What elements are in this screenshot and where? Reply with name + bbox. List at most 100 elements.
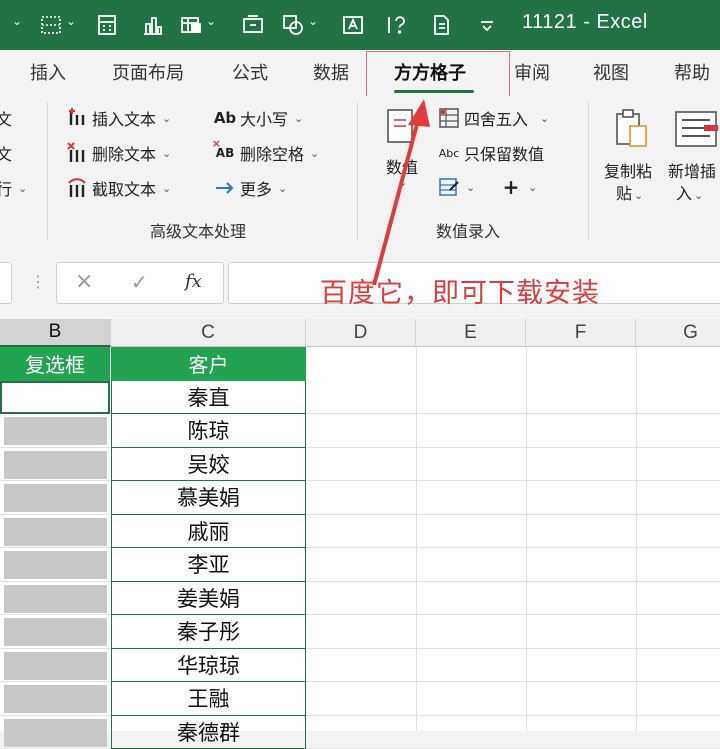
table-icon[interactable] [178,12,204,38]
chevron-down-icon: ⌄ [278,182,287,195]
customer-cell[interactable]: 秦直 [111,381,306,415]
customer-cell[interactable]: 李亚 [111,548,306,582]
cancel-icon[interactable]: × [75,269,93,294]
customer-cell[interactable]: 陈琼 [111,414,306,448]
file-icon[interactable] [428,12,454,38]
chevron-down-icon: ⌄ [634,189,643,202]
chevron-down-icon: ⌄ [694,189,703,202]
tab-view[interactable]: 视图 [593,59,629,85]
customer-cell[interactable]: 戚丽 [111,515,306,549]
tab-insert[interactable]: 插入 [30,59,66,85]
checkbox-placeholder[interactable] [4,585,107,613]
chevron-down-icon[interactable]: ⌄ [308,14,318,28]
trim-spaces-label: 删除空格 [240,141,304,165]
customer-cell[interactable]: 慕美娟 [111,481,306,515]
checkbox-cell[interactable] [0,414,110,448]
customize-toolbar-icon[interactable] [474,12,500,38]
checkbox-cell[interactable] [0,716,110,749]
borders-icon[interactable] [38,12,64,38]
extract-text-icon [66,177,88,199]
chevron-down-icon[interactable]: ⌄ [66,14,76,28]
column-header-g[interactable]: G [636,319,720,347]
edit-input-button[interactable]: ⌄ [438,176,475,198]
formula-buttons: × ✓ fx [56,262,224,304]
extract-text-label: 截取文本 [92,176,156,200]
tab-help[interactable]: 帮助 [674,59,710,85]
chart-icon[interactable] [140,12,166,38]
customer-cell[interactable]: 姜美娟 [111,582,306,616]
checkbox-cell[interactable] [0,548,110,582]
checkbox-cell[interactable] [0,615,110,649]
checkbox-placeholder[interactable] [4,417,107,445]
new-insert-label-1: 新增插 [668,158,716,182]
text-box-icon[interactable] [340,12,366,38]
checkbox-cell[interactable] [0,682,110,716]
delete-text-button[interactable]: 删除文本⌄ [66,141,171,165]
chevron-down-icon: ⌄ [162,147,171,160]
chevron-down-icon: ⌄ [162,112,171,125]
extract-text-button[interactable]: 截取文本 ⌄ [66,176,171,200]
checkbox-cell[interactable] [0,381,110,415]
new-insert-button[interactable]: 新增插 入⌄ [666,108,720,218]
checkbox-cell[interactable] [0,515,110,549]
customer-cell[interactable]: 王融 [111,682,306,716]
column-header-c[interactable]: C [111,319,306,347]
column-header-e[interactable]: E [416,319,526,347]
checkbox-placeholder[interactable] [4,484,107,512]
screenshot-icon[interactable] [240,12,266,38]
checkbox-placeholder[interactable] [4,618,107,646]
shapes-icon[interactable] [280,12,306,38]
checkbox-cell[interactable] [0,649,110,683]
header-cell-checkbox[interactable]: 复选框 [0,347,110,381]
customer-cell[interactable]: 秦德群 [111,716,306,749]
name-box[interactable] [0,262,12,304]
customer-cell[interactable]: 吴姣 [111,448,306,482]
checkbox-placeholder[interactable] [4,451,107,479]
chevron-down-icon[interactable]: ⌄ [12,14,22,28]
checkbox-placeholder[interactable] [4,551,107,579]
column-header-b[interactable]: B [0,319,111,347]
header-cell-customer[interactable]: 客户 [111,347,306,381]
checkbox-placeholder[interactable] [4,652,107,680]
checkbox-cell[interactable] [0,481,110,515]
copy-paste-label-2: 贴⌄ [616,180,643,204]
copy-paste-label-2-text: 贴 [616,184,632,203]
chevron-down-icon[interactable]: ⌄ [206,14,216,28]
new-insert-label-2-text: 入 [676,184,692,203]
cut-off-ribbon-item[interactable]: 文 [0,141,12,165]
tab-formulas[interactable]: 公式 [232,59,268,85]
customer-cell[interactable]: 华琼琼 [111,649,306,683]
column-header-d[interactable]: D [306,319,416,347]
tab-review[interactable]: 审阅 [514,59,550,85]
insert-text-button[interactable]: 插入文本⌄ [66,106,171,130]
arrow-right-icon [214,177,236,199]
add-button[interactable]: + ⌄ [500,176,537,198]
column-header-f[interactable]: F [526,319,636,347]
cut-off-ribbon-item[interactable]: 行⌄ [0,176,27,200]
copy-paste-button[interactable]: 复制粘 贴⌄ [600,108,662,218]
group-separator [357,102,358,240]
checkbox-cell[interactable] [0,448,110,482]
checkbox-cell[interactable] [0,582,110,616]
case-button[interactable]: Ab 大小写⌄ [214,106,303,130]
chevron-down-icon: ⌄ [162,182,171,195]
checkbox-placeholder[interactable] [4,719,107,747]
checkbox-placeholder[interactable] [4,518,107,546]
worksheet-grid[interactable]: B C D E F G 复选框 客户 秦直陈琼吴姣慕美娟戚丽李亚姜美娟秦子彤华琼… [0,319,720,731]
help-icon[interactable] [384,12,410,38]
tab-data[interactable]: 数据 [313,59,349,85]
tab-page-layout[interactable]: 页面布局 [112,59,184,85]
confirm-icon[interactable]: ✓ [131,270,148,294]
trim-spaces-button[interactable]: ×AB 删除空格⌄ [214,141,319,165]
resize-handle-icon[interactable]: ⋮ [30,272,46,291]
checkbox-placeholder[interactable] [4,685,107,713]
annotation-arrow [360,95,440,295]
calculator-icon[interactable] [94,12,120,38]
function-icon[interactable]: fx [185,271,202,292]
customer-cell[interactable]: 秦子彤 [111,615,306,649]
cut-off-ribbon-item[interactable]: 文 [0,106,12,130]
round-button[interactable]: 四舍五入⌄ [438,106,549,130]
keep-numeric-button[interactable]: Abc 只保留数值 [438,141,544,165]
round-label: 四舍五入 [464,106,528,130]
more-button[interactable]: 更多⌄ [214,176,287,200]
